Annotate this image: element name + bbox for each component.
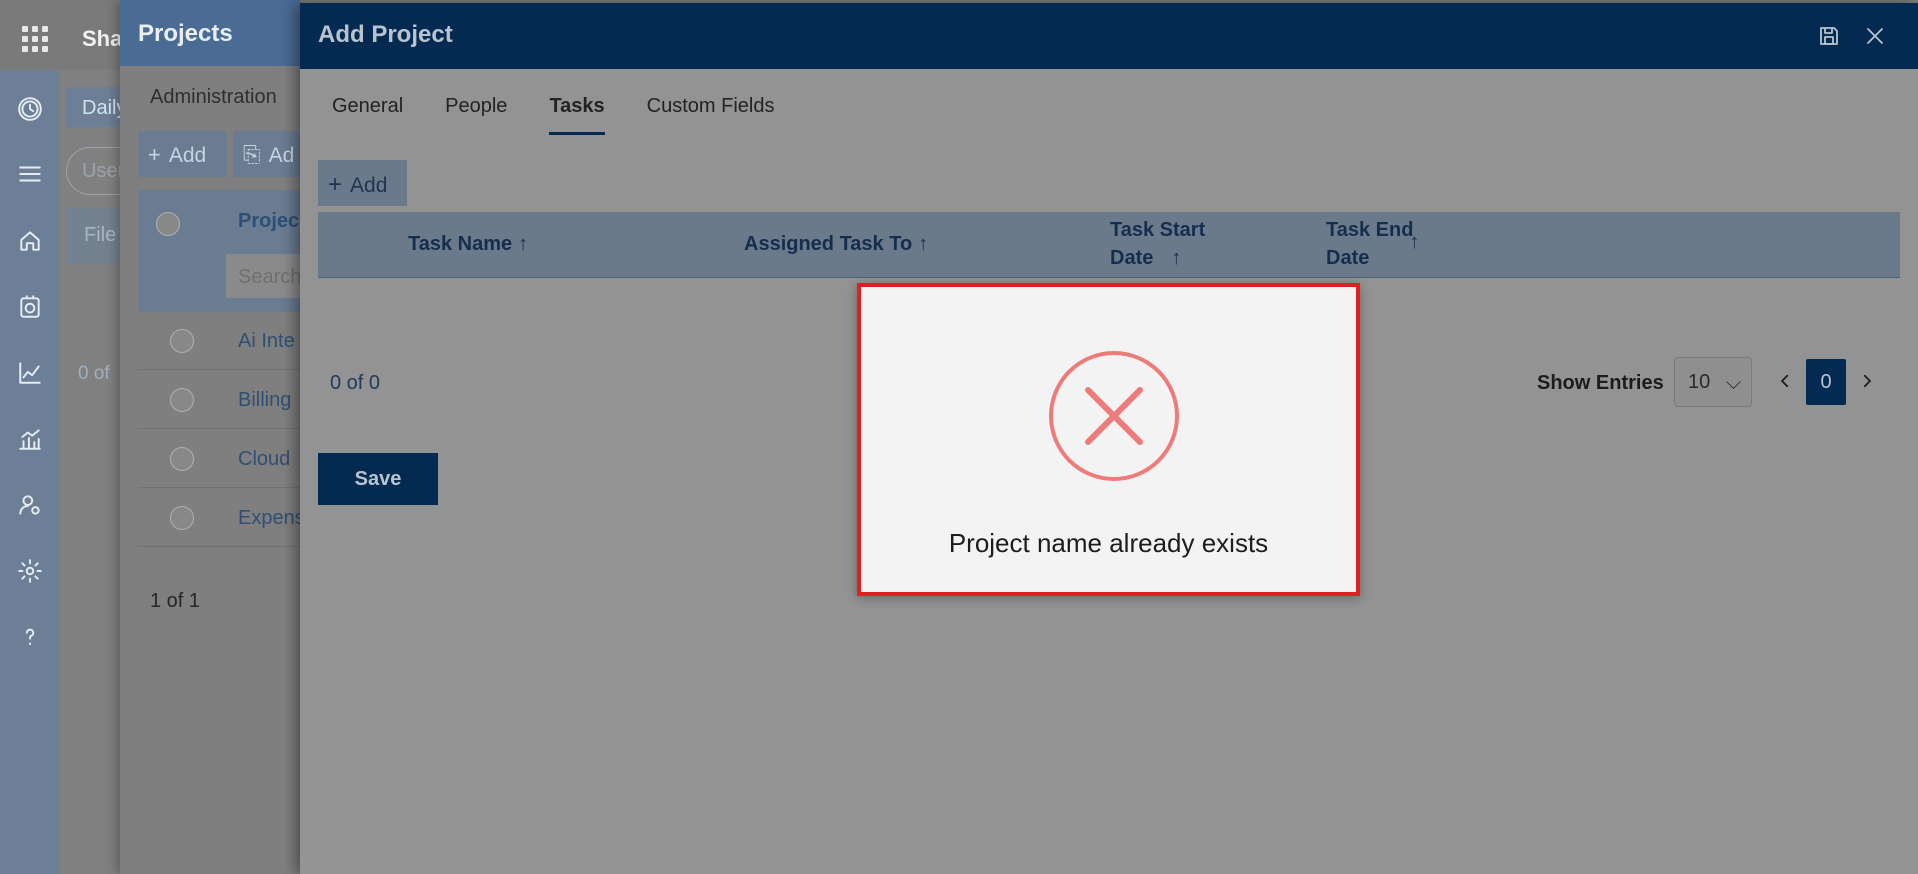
chevron-left-icon [1781, 374, 1789, 388]
chevron-down-icon: ⌵ [1725, 372, 1741, 394]
tasks-table-header: Task Name ↑ Assigned Task To ↑ Task Start … [318, 212, 1900, 278]
sort-asc-icon: ↑ [918, 233, 929, 255]
row-select-radio[interactable] [170, 329, 194, 353]
projects-record-count: 1 of 1 [150, 590, 201, 612]
project-column-header[interactable]: Projec [238, 210, 299, 233]
table-row[interactable]: Ai Inte [138, 312, 300, 370]
add-from-file-button[interactable]: ⎘ Ad [233, 131, 300, 177]
tasks-record-count: 0 of 0 [330, 372, 381, 394]
task-start-date-column-header[interactable]: Task Start Date ↑ [1110, 216, 1205, 272]
row-select-radio[interactable] [170, 388, 194, 412]
show-entries-label: Show Entries [1537, 372, 1664, 394]
save-icon[interactable] [1814, 21, 1844, 51]
bar-chart-icon[interactable] [14, 423, 46, 455]
chevron-right-icon [1863, 374, 1871, 388]
error-dialog: Project name already exists [857, 283, 1360, 596]
row-select-radio[interactable] [170, 506, 194, 530]
projects-panel: Projects Administration + Add ⎘ Ad Projec … [120, 0, 305, 874]
assigned-task-to-column-header[interactable]: Assigned Task To ↑ [744, 230, 928, 258]
projects-title: Projects [120, 0, 300, 66]
left-rail [0, 70, 60, 874]
task-end-date-column-header[interactable]: Task End Date↑ [1326, 216, 1419, 272]
task-name-column-header[interactable]: Task Name ↑ [408, 230, 528, 258]
entries-per-page-select[interactable]: 10 ⌵ [1674, 357, 1752, 407]
projects-table-header: Projec Search [138, 190, 301, 312]
background-record-count: 0 of [78, 363, 110, 384]
row-select-radio[interactable] [170, 447, 194, 471]
hamburger-menu-icon[interactable] [14, 158, 46, 190]
current-page-button[interactable]: 0 [1806, 359, 1846, 405]
timesheet-icon[interactable] [14, 291, 46, 323]
error-x-icon [1048, 350, 1180, 482]
tab-general[interactable]: General [332, 91, 403, 135]
breadcrumb-administration[interactable]: Administration [150, 86, 277, 109]
project-name-link[interactable]: Expens [238, 507, 305, 530]
clock-logo-icon[interactable] [14, 93, 46, 125]
close-icon[interactable] [1860, 21, 1890, 51]
app-launcher-icon[interactable] [22, 26, 48, 52]
home-icon[interactable] [14, 225, 46, 257]
project-search-input[interactable]: Search [226, 254, 301, 298]
tab-people[interactable]: People [445, 91, 507, 135]
gear-icon[interactable] [14, 555, 46, 587]
tab-custom-fields[interactable]: Custom Fields [647, 91, 775, 135]
file-add-icon: ⎘ [243, 142, 261, 167]
sort-asc-icon: ↑ [1409, 231, 1420, 253]
plus-icon: + [148, 142, 161, 167]
error-message: Project name already exists [948, 528, 1269, 558]
table-row[interactable]: Billing [138, 371, 300, 429]
app-name: Sha [82, 26, 123, 51]
line-chart-icon[interactable] [14, 357, 46, 389]
project-name-link[interactable]: Cloud [238, 448, 290, 471]
tab-tasks[interactable]: Tasks [549, 91, 605, 135]
user-settings-icon[interactable] [14, 489, 46, 521]
select-all-radio[interactable] [156, 212, 180, 236]
next-page-button[interactable] [1852, 361, 1882, 401]
add-project-header: Add Project [300, 3, 1918, 69]
project-name-link[interactable]: Billing [238, 389, 291, 412]
plus-icon: + [328, 171, 343, 198]
table-row[interactable]: Expens [138, 489, 305, 547]
help-icon[interactable] [14, 621, 46, 653]
add-task-button[interactable]: + Add [318, 160, 407, 206]
add-project-title: Add Project [318, 21, 453, 48]
previous-page-button[interactable] [1770, 361, 1800, 401]
table-row[interactable]: Cloud [138, 430, 300, 488]
save-button[interactable]: Save [318, 453, 438, 505]
project-name-link[interactable]: Ai Inte [238, 330, 295, 353]
sort-asc-icon: ↑ [518, 233, 529, 255]
add-project-button[interactable]: + Add [138, 131, 227, 177]
sort-asc-icon: ↑ [1171, 247, 1182, 269]
add-project-tabs: General People Tasks Custom Fields [332, 91, 774, 139]
